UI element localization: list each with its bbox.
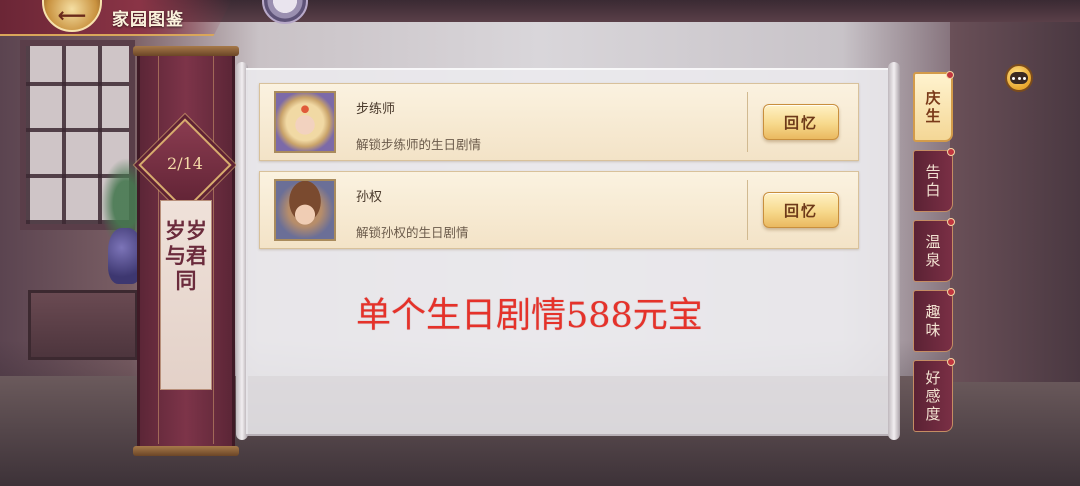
background-cabinet: [28, 290, 138, 360]
tab-label: 好感度: [925, 369, 941, 423]
tab-label: 庆生: [925, 89, 941, 125]
page-counter: 2/14: [167, 154, 203, 173]
back-arrow-icon: ⟵: [57, 3, 87, 27]
memory-button[interactable]: 回忆: [763, 104, 839, 140]
banner-top-rod: [133, 46, 239, 56]
tab-label: 趣味: [925, 303, 941, 339]
tab-fun[interactable]: 趣味: [913, 288, 955, 352]
scroll-rod-right: [888, 62, 900, 440]
story-description: 解锁步练师的生日剧情: [356, 137, 482, 152]
notification-dot-icon: [947, 148, 955, 156]
tab-label: 告白: [925, 163, 941, 199]
banner-title: 岁岁与君同: [165, 218, 207, 293]
chat-bubble-icon: [1010, 72, 1028, 84]
tab-hot-spring[interactable]: 温泉: [913, 218, 955, 282]
tab-birthday[interactable]: 庆生: [913, 71, 954, 142]
character-name: 步练师: [356, 102, 396, 117]
price-annotation: 单个生日剧情588元宝: [356, 296, 703, 336]
tab-label: 温泉: [925, 233, 941, 269]
chat-button[interactable]: [1005, 64, 1033, 92]
story-card: 孙权 解锁孙权的生日剧情 回忆: [259, 171, 859, 249]
banner-bottom-rod: [133, 446, 239, 456]
notification-dot-icon: [947, 218, 955, 226]
page-title: 家园图鉴: [112, 10, 184, 30]
character-portrait-icon: [274, 179, 336, 241]
tab-affection[interactable]: 好感度: [913, 358, 955, 432]
notification-dot-icon: [946, 71, 954, 79]
character-portrait-icon: [274, 91, 336, 153]
notification-dot-icon: [947, 358, 955, 366]
story-card: 步练师 解锁步练师的生日剧情 回忆: [259, 83, 859, 161]
character-name: 孙权: [356, 190, 383, 205]
card-divider: [747, 180, 748, 240]
tab-confession[interactable]: 告白: [913, 148, 955, 212]
card-divider: [747, 92, 748, 152]
story-description: 解锁孙权的生日剧情: [356, 225, 469, 240]
memory-button[interactable]: 回忆: [763, 192, 839, 228]
notification-dot-icon: [947, 288, 955, 296]
